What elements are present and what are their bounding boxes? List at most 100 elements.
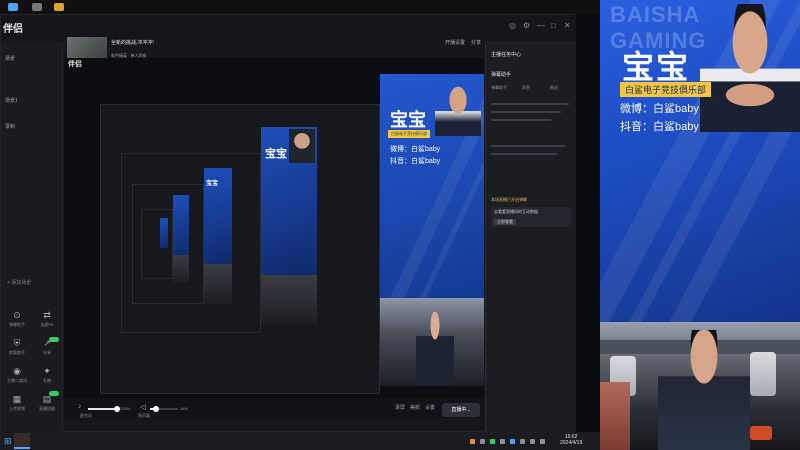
tray-icon[interactable] [510,439,515,444]
tray-icon[interactable] [470,439,475,444]
assistant-title: 主播任务中心 [491,52,522,58]
tray-icon[interactable] [540,439,545,444]
douyin-value: 白鲨baby [653,121,699,133]
speaker-label: 扬声器 [138,413,150,418]
tray-icon[interactable] [500,439,505,444]
tray-icon[interactable] [520,439,525,444]
headset-icon[interactable]: ◎ [509,21,516,30]
settings-tool[interactable]: 设置 [425,404,435,411]
tray-icon[interactable] [480,439,485,444]
gaming-chair [750,352,776,396]
add-scene-button[interactable]: + 添加场景 [7,279,31,286]
text-line [491,111,561,113]
tool-replay[interactable]: ▤ 直播回放 [35,393,59,421]
preview-webcam [380,298,484,386]
scene-title: 全新的挑战,冲冲冲! [111,40,154,46]
streamer-name: 宝宝 [390,110,426,130]
assistant-subtab[interactable]: 弹幕助手 [491,85,507,91]
douyin-line: 抖音：白鲨baby [620,118,699,134]
maximize-icon[interactable]: □ [551,21,556,30]
link-icon: ⇄ [43,310,51,320]
app-logo: 伴侣 [3,24,23,35]
taskbar-clock[interactable]: 15:02 2024/4/19 [560,434,582,446]
nested-webcam [261,275,317,325]
assistant-tab[interactable]: 弹幕助手 [491,71,511,78]
side-person [600,382,630,450]
live-settings-link[interactable]: 开播设置 [445,39,465,46]
sidebar-item-scene1[interactable]: 场景1 [5,97,18,104]
speaker-icon[interactable]: ◁ [140,403,145,411]
weibo-key: 微博： [390,146,411,153]
streamer-photo [700,4,800,132]
mic-icon[interactable]: ♪ [78,403,82,410]
streamer-person [416,312,454,386]
streamer-hands [722,82,778,108]
record-tool[interactable]: 录屏 [395,404,405,411]
mic-label: 麦克风 [80,413,92,418]
close-icon[interactable]: ✕ [564,21,571,30]
beauty-tool[interactable]: 美颜 [410,404,420,411]
nested-frame [141,209,173,279]
nested-webcam [173,255,189,283]
start-live-button[interactable]: 直播中... [442,403,480,417]
toggle-switch[interactable] [49,337,59,342]
broadcast-icon: ⊙ [13,310,21,320]
live-assistant-panel: 主播任务中心 弹幕助手 弹幕助手 消息 粉丝 本场直播已开启弹幕 去看看直播间的… [485,41,576,433]
share-link[interactable]: 分享 [471,39,481,46]
speaker-slider[interactable] [150,406,178,412]
club-badge: 白鲨电子竞技俱乐部 [388,130,430,138]
nested-webcam [204,264,232,304]
assistant-card-text: 去看看直播间的互动数据 [494,209,538,214]
text-line [491,153,557,155]
camera-icon: ◉ [13,366,21,376]
weibo-value: 白鲨baby [653,103,699,115]
douyin-key: 抖音： [390,158,411,165]
assistant-subtab[interactable]: 粉丝 [550,85,558,91]
minimize-icon[interactable]: — [537,21,545,30]
mic-slider[interactable] [88,406,120,412]
weibo-value: 白鲨baby [411,146,441,153]
sidebar: 场景 场景1 录制 + 添加场景 ⊙ 弹幕助手 ⇄ 连麦PK ⛨ 房管助手 ↗ 分享 ◉… [1,41,63,433]
weibo-line: 微博：白鲨baby [620,100,699,116]
nested-overlay [160,218,168,248]
douyin-value: 白鲨baby [411,158,441,165]
speaker-value: 18% [180,406,189,411]
tool-admin[interactable]: ⛨ 房管助手 [5,337,29,365]
sidebar-item-scenes[interactable]: 场景 [5,55,15,62]
tool-pk[interactable]: ⇄ 连麦PK [35,309,59,337]
clock-date: 2024/4/19 [560,440,583,446]
tool-danmu[interactable]: ⊙ 弹幕助手 [5,309,29,337]
tool-gift[interactable]: ✦ 礼物 [35,365,59,393]
app-icon[interactable] [54,3,64,11]
app-icon[interactable] [8,3,18,11]
assistant-card-button[interactable]: 立即查看 [494,219,516,225]
toggle-switch[interactable] [49,391,59,396]
windows-start-icon[interactable]: ⊞ [4,436,12,447]
mic-value: 100% [120,406,131,411]
nested-frame: 宝宝 [121,153,261,333]
taskbar-app-icon[interactable] [14,433,30,449]
streamer-overlay: BAISHA GAMING 宝宝 白鲨电子竞技俱乐部 微博：白鲨baby 抖音：… [600,0,800,322]
settings-icon[interactable]: ⚙ [523,21,530,30]
streamer-person [658,330,750,450]
assistant-note: 本场直播已开启弹幕 [491,197,527,202]
app-icon[interactable] [32,3,42,11]
sidebar-item-record[interactable]: 录制 [5,123,15,130]
text-line [491,119,551,121]
tool-more[interactable]: ▦ 上传视频 [5,393,29,421]
tray-icon[interactable] [530,439,535,444]
desktop-capture: 伴侣 ◎ ⚙ — □ ✕ 场景 场景1 录制 + 添加场景 ⊙ 弹幕助手 ⇄ 连麦P… [0,0,600,450]
nested-frame [132,184,204,304]
webcam-feed [600,322,800,450]
nested-overlay: 宝宝 [261,127,317,275]
nested-overlay: 宝宝 [204,168,232,264]
weibo-line: 微博：白鲨baby [390,144,440,154]
text-line [491,145,565,147]
assistant-subtab[interactable]: 消息 [522,85,530,91]
streamer-face [435,80,481,136]
tool-qrcode[interactable]: ◉ 主播二维码 [5,365,29,393]
douyin-line: 抖音：白鲨baby [390,156,440,166]
nested-overlay [173,195,189,255]
tray-icon[interactable] [490,439,495,444]
gift-icon: ✦ [43,366,51,376]
